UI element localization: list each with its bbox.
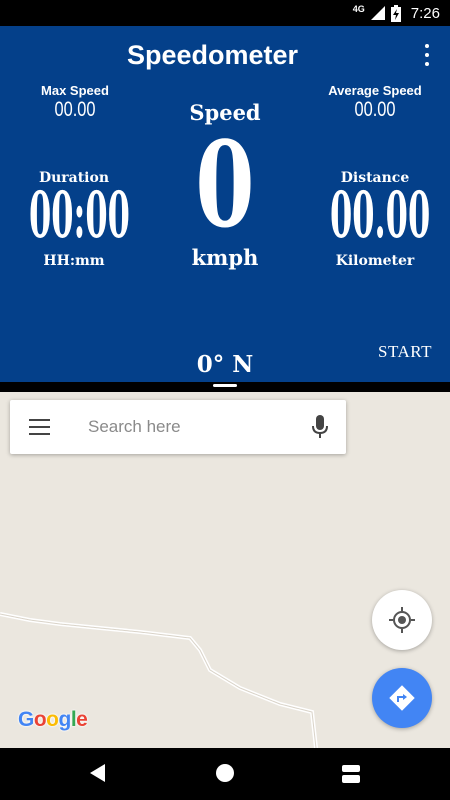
overflow-menu-icon[interactable] — [420, 44, 434, 66]
my-location-button[interactable] — [372, 590, 432, 650]
network-type: 4G — [352, 4, 365, 14]
my-location-icon — [389, 607, 415, 633]
recent-apps-icon[interactable] — [342, 765, 360, 783]
clock: 7:26 — [410, 4, 440, 22]
status-bar: 4G 7:26 — [0, 0, 450, 26]
directions-button[interactable] — [372, 668, 432, 728]
google-logo-letter: e — [76, 708, 88, 731]
back-icon[interactable] — [90, 764, 106, 782]
status-icons: 4G 7:26 — [353, 0, 440, 26]
distance-unit: Kilometer — [335, 253, 415, 269]
duration-value: 00:00 — [29, 178, 130, 253]
duration-unit: HH:mm — [43, 253, 105, 269]
google-logo-letter: o — [33, 708, 47, 731]
average-speed-label: Average Speed — [328, 83, 422, 98]
google-logo-letter: g — [58, 708, 72, 731]
map-view[interactable]: Google — [0, 392, 450, 748]
average-speed-value: 00.00 — [354, 98, 396, 121]
directions-icon — [389, 685, 415, 711]
max-speed-label: Max Speed — [41, 83, 109, 98]
distance-value: 00.00 — [330, 178, 431, 253]
compass-heading: 0° N — [196, 351, 254, 378]
mic-icon[interactable] — [312, 415, 328, 439]
google-logo: Google — [18, 708, 88, 732]
google-logo-letter: o — [46, 708, 59, 731]
signal-icon — [370, 6, 385, 20]
speed-unit: kmph — [191, 245, 259, 270]
google-logo-letter: G — [18, 708, 34, 731]
max-speed-value: 00.00 — [54, 98, 96, 121]
hamburger-menu-icon[interactable] — [29, 419, 50, 435]
app-title: Speedometer — [126, 40, 299, 70]
speedometer-panel: Speedometer Max Speed 00.00 Average Spee… — [0, 26, 450, 382]
battery-icon — [390, 4, 401, 22]
search-bar — [10, 400, 346, 454]
search-input[interactable] — [88, 415, 288, 439]
resize-handle[interactable] — [213, 384, 237, 387]
home-icon[interactable] — [216, 764, 234, 782]
speed-value: 0 — [195, 115, 255, 254]
navigation-bar — [0, 748, 450, 800]
